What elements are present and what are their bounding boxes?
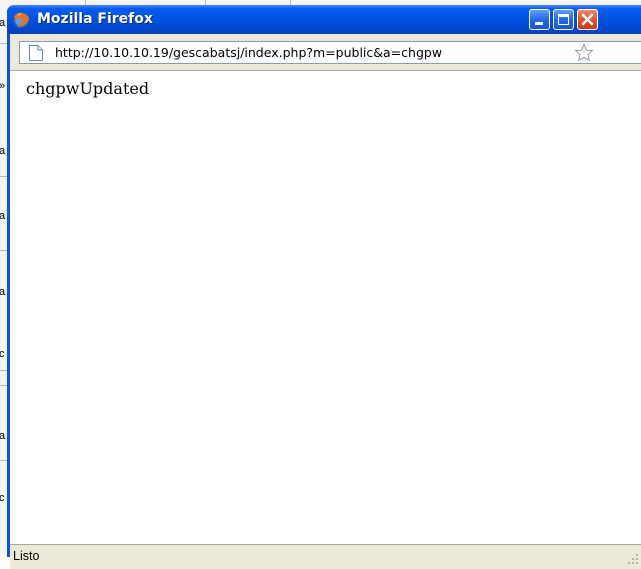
- background-fragment: a: [0, 145, 6, 157]
- background-fragment: »: [0, 80, 5, 92]
- window-body: http://10.10.10.19/gescabatsj/index.php?…: [10, 34, 641, 569]
- background-fragment: a: [0, 430, 6, 442]
- background-fragment: a: [0, 17, 6, 29]
- close-button[interactable]: [577, 9, 598, 30]
- firefox-icon: [13, 12, 29, 28]
- minimize-button[interactable]: [529, 9, 550, 30]
- firefox-popup-window: Mozilla Firefox http://10.10.10.19/gesca…: [7, 5, 641, 569]
- background-fragment: c: [0, 348, 5, 360]
- status-text: Listo: [13, 549, 40, 563]
- close-icon: [581, 13, 594, 26]
- window-title: Mozilla Firefox: [37, 11, 153, 27]
- resize-grip-icon[interactable]: [627, 553, 639, 565]
- page-content: chgpwUpdated: [10, 71, 641, 544]
- maximize-button[interactable]: [553, 9, 574, 30]
- background-fragment: a: [0, 210, 6, 222]
- page-icon: [29, 45, 43, 61]
- url-text: http://10.10.10.19/gescabatsj/index.php?…: [55, 45, 443, 60]
- page-body-text: chgpwUpdated: [26, 79, 150, 98]
- url-field[interactable]: http://10.10.10.19/gescabatsj/index.php?…: [19, 41, 641, 64]
- minimize-icon: [535, 22, 543, 25]
- background-fragment: a: [0, 286, 6, 298]
- title-bar[interactable]: Mozilla Firefox: [7, 5, 641, 34]
- address-bar: http://10.10.10.19/gescabatsj/index.php?…: [10, 34, 641, 71]
- maximize-icon: [558, 14, 569, 25]
- bookmark-star-icon[interactable]: [574, 43, 594, 63]
- background-fragment: c: [0, 492, 5, 504]
- status-bar: Listo: [10, 544, 641, 569]
